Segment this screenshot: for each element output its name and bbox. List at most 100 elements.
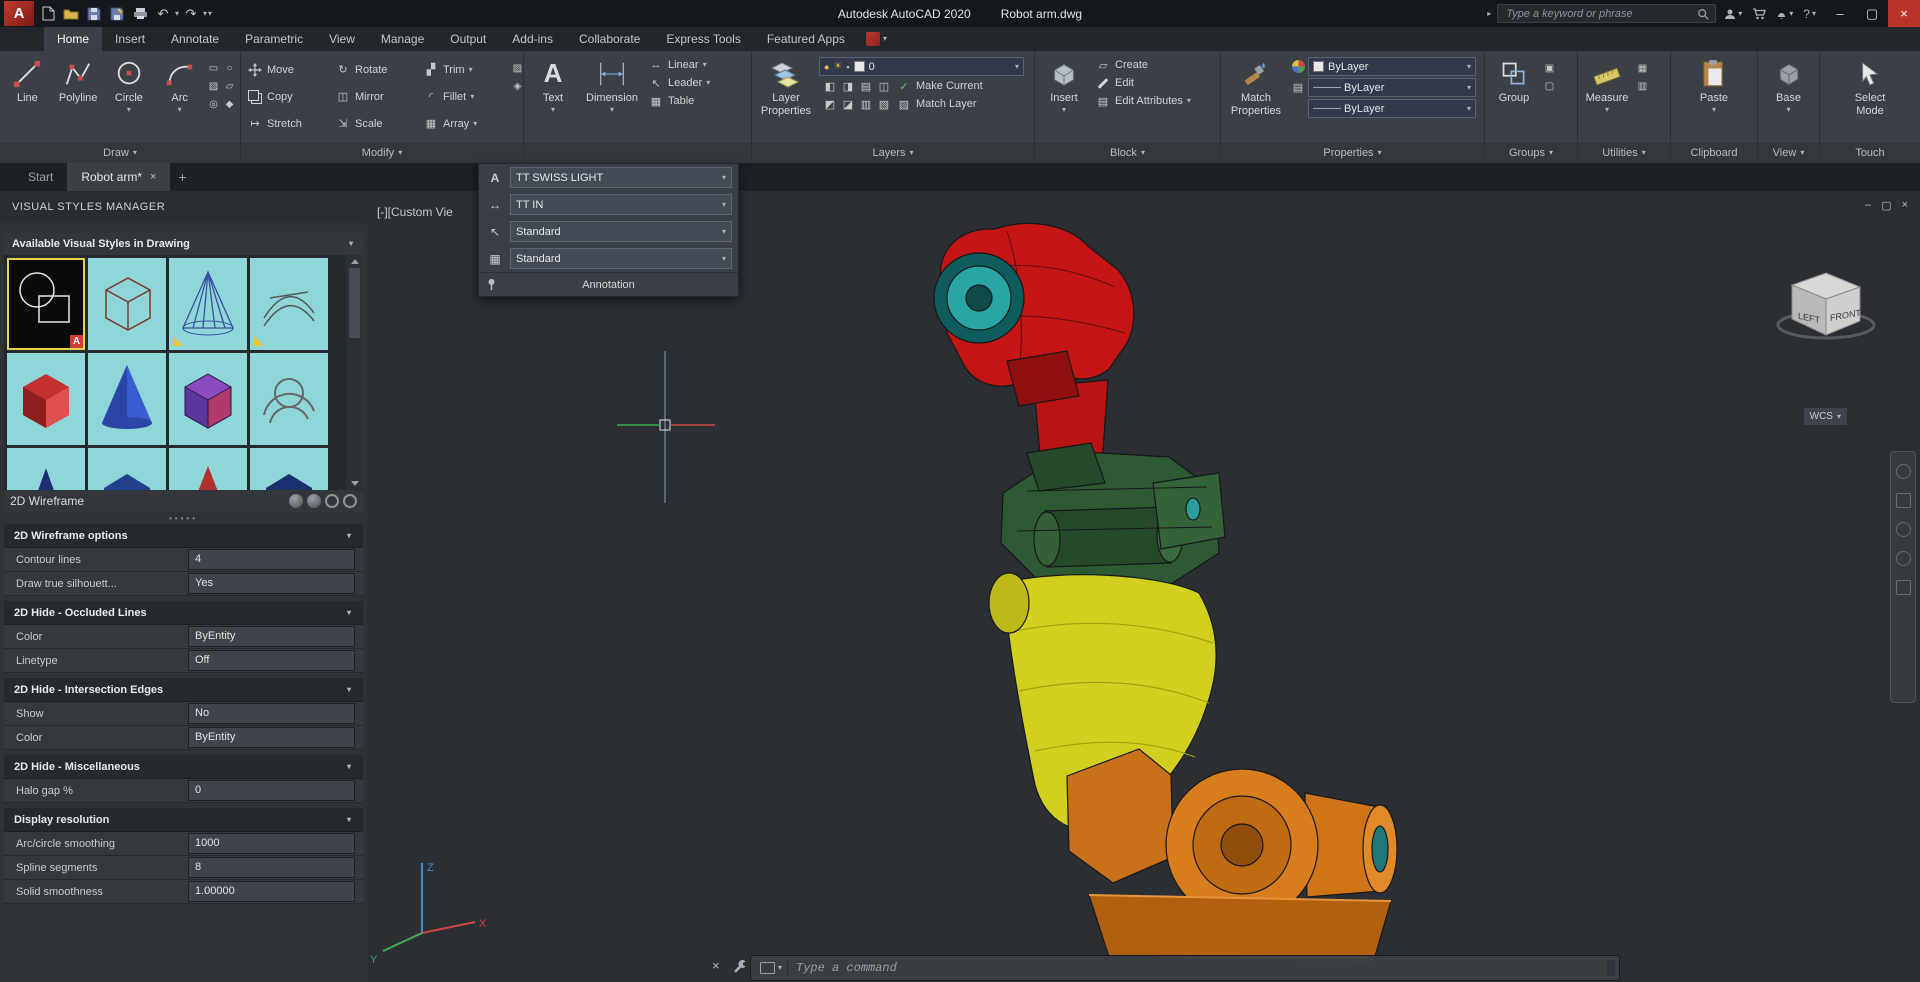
style-thumb-partial[interactable] [7,448,85,490]
style-thumb-partial[interactable] [169,448,247,490]
style-tool-sphere-icon[interactable] [307,494,321,508]
region-tool-icon[interactable]: ▱ [222,78,237,95]
color-wheel-icon[interactable] [1290,59,1306,75]
polyline-button[interactable]: Polyline [54,54,103,143]
linetype-dropdown[interactable]: ——— ByLayer ▾ [1308,99,1476,118]
scrollbar-thumb[interactable] [349,268,360,338]
arc-caret-icon[interactable]: ▾ [178,105,182,114]
app-store-button[interactable] [1750,0,1768,27]
search-box[interactable] [1497,4,1717,23]
notifications-button[interactable]: ▾ [1774,0,1795,27]
scale-button[interactable]: ⇲ Scale [332,110,420,137]
open-file-icon[interactable] [60,3,82,24]
circle-caret-icon[interactable]: ▾ [127,105,131,114]
table-style-dropdown[interactable]: Standard ▾ [510,248,732,269]
command-line[interactable]: ▾ [750,955,1620,981]
leader-caret-icon[interactable]: ▾ [706,79,710,87]
paste-caret-icon[interactable]: ▾ [1712,105,1716,114]
file-tab-document[interactable]: Robot arm* × [67,163,171,191]
orbit-icon[interactable] [1895,551,1911,566]
navigation-bar[interactable] [1890,451,1916,703]
layer-properties-button[interactable]: Layer Properties [755,54,817,143]
stretch-button[interactable]: ↦ Stretch [244,110,332,137]
rotate-button[interactable]: ↻ Rotate [332,56,420,83]
linear-button[interactable]: ↔ Linear ▾ [645,57,741,73]
id-point-icon[interactable]: ▥ [1635,78,1650,95]
qat-customize-caret-icon[interactable]: ▾ [208,9,212,18]
ellipse-tool-icon[interactable]: ○ [222,60,237,77]
help-button[interactable]: ? ▾ [1801,0,1818,27]
tab-insert[interactable]: Insert [102,27,158,51]
pin-icon[interactable] [486,278,497,291]
dimension-button[interactable]: Dimension ▾ [581,54,643,143]
autocad-logo[interactable]: A [4,1,34,26]
tab-annotate[interactable]: Annotate [158,27,232,51]
minimize-button[interactable]: – [1824,0,1856,27]
close-button[interactable]: × [1888,0,1920,27]
move-button[interactable]: Move [244,56,332,83]
panel-label-utilities[interactable]: Utilities ▾ [1578,143,1670,163]
fillet-caret-icon[interactable]: ▾ [470,92,474,101]
erase-icon[interactable]: ▨ [510,60,525,77]
paste-button[interactable]: Paste ▾ [1688,54,1740,143]
ribbon-options-caret-icon[interactable]: ▾ [883,35,887,43]
style-thumb-2d-wireframe[interactable]: A [7,258,85,350]
file-tab-close-icon[interactable]: × [150,171,156,183]
save-icon[interactable] [83,3,105,24]
property-value[interactable]: ByEntity [188,727,355,748]
match-layer-button[interactable]: Match Layer [916,98,977,110]
tab-express-tools[interactable]: Express Tools [653,27,753,51]
rectangle-tool-icon[interactable]: ▭ [206,60,221,77]
group-header-display-resolution[interactable]: Display resolution ▾ [4,808,363,832]
insert-button[interactable]: Insert ▾ [1038,54,1090,143]
group-header-2d-wireframe-options[interactable]: 2D Wireframe options ▾ [4,524,363,548]
available-styles-header[interactable]: Available Visual Styles in Drawing ▾ [4,233,363,255]
style-thumb-sketchy[interactable] [250,258,328,350]
style-thumb-partial[interactable] [88,448,166,490]
measure-caret-icon[interactable]: ▾ [1605,105,1609,114]
text-style-dropdown[interactable]: TT SWISS LIGHT ▾ [510,167,732,188]
layer-tool-icon[interactable]: ▥ [858,96,874,112]
property-value[interactable]: 4 [188,549,355,570]
drawing-minimize-icon[interactable]: – [1865,199,1871,212]
wcs-menu[interactable]: WCS ▾ [1802,407,1848,426]
layer-select-dropdown[interactable]: ● ☀ ▪ 0 ▾ [819,57,1024,76]
style-thumb-shaded-cone[interactable] [88,353,166,445]
thumbnails-scrollbar[interactable] [346,255,363,490]
command-prompt-icon[interactable]: ▾ [755,960,789,976]
showmotion-icon[interactable] [1895,580,1911,595]
base-button[interactable]: Base ▾ [1763,54,1815,143]
layer-tool-icon[interactable]: ◩ [822,96,838,112]
table-button[interactable]: ▦ Table [645,93,741,109]
trim-caret-icon[interactable]: ▾ [469,65,473,74]
base-caret-icon[interactable]: ▾ [1786,105,1790,114]
ungroup-icon[interactable]: ▣ [1542,60,1557,77]
property-value[interactable]: 0 [188,780,355,801]
file-tab-start[interactable]: Start [14,163,67,191]
hatch-tool-icon[interactable]: ▨ [206,78,221,95]
line-button[interactable]: Line [3,54,52,143]
group-header-intersection-edges[interactable]: 2D Hide - Intersection Edges ▾ [4,678,363,702]
drawing-viewport[interactable]: [-][Custom Vie – ▢ × Z X Y LEFT FRONT WC… [367,191,1920,982]
style-thumb-wireframe[interactable] [88,258,166,350]
tab-manage[interactable]: Manage [368,27,437,51]
layer-tool-icon[interactable]: ◧ [822,78,838,94]
full-navigation-wheel-icon[interactable] [1895,464,1911,479]
group-collapse-icon[interactable]: ▾ [347,762,351,771]
layer-tool-icon[interactable]: ▤ [858,78,874,94]
style-tool-sphere-icon[interactable] [289,494,303,508]
point-tool-icon[interactable]: ◆ [222,96,237,113]
tab-view[interactable]: View [316,27,368,51]
pan-icon[interactable] [1895,493,1911,508]
maximize-button[interactable]: ▢ [1856,0,1888,27]
group-button[interactable]: Group [1488,54,1540,143]
select-mode-button[interactable]: Select Mode [1844,54,1896,143]
panel-label-properties[interactable]: Properties ▾ [1221,143,1484,163]
panel-label-modify[interactable]: Modify ▾ [241,143,523,163]
group-edit-icon[interactable]: ▢ [1542,78,1557,95]
property-value[interactable]: No [188,703,355,724]
match-properties-button[interactable]: Match Properties [1224,54,1288,143]
search-icon[interactable] [1697,8,1709,20]
panel-label-annotation[interactable] [524,143,751,163]
interop-icon[interactable] [865,32,880,46]
